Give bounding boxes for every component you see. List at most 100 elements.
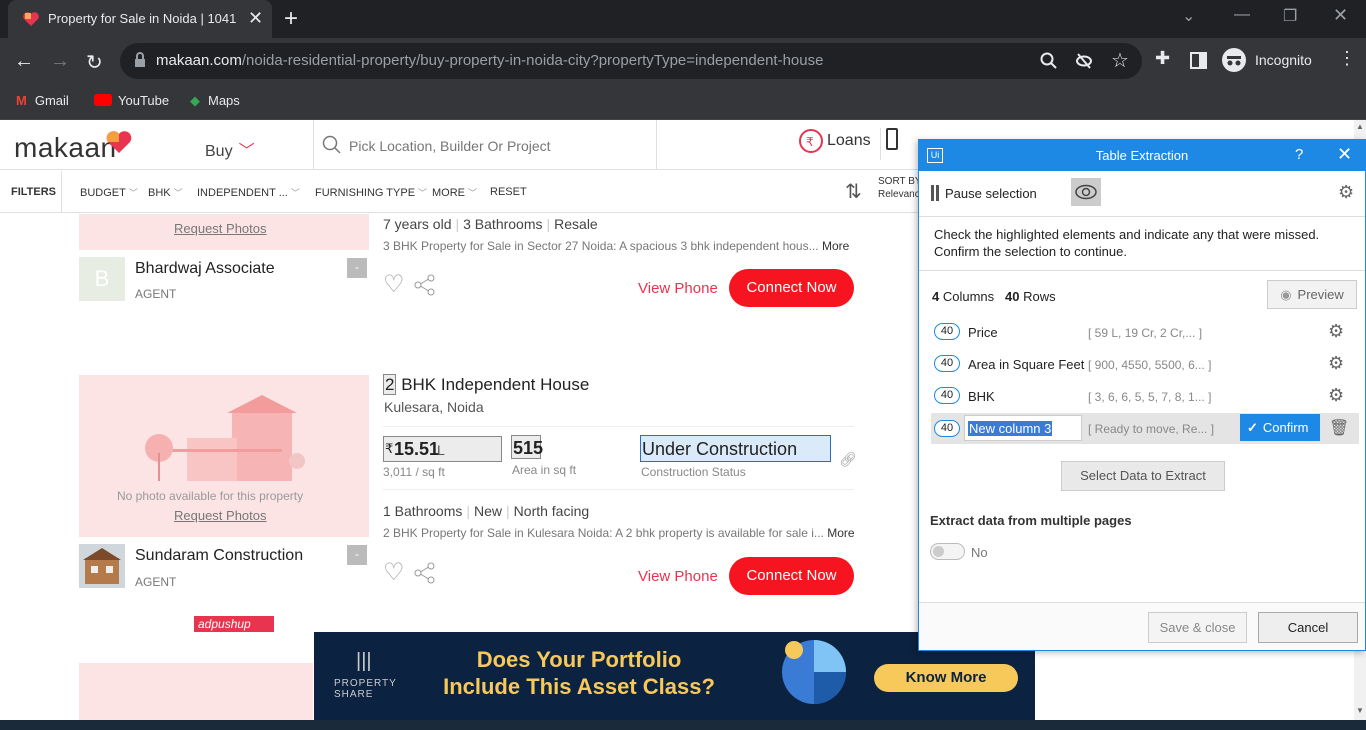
listing-photo-placeholder[interactable]: No photo available for this property Req…	[79, 375, 369, 537]
area-label: Area in sq ft	[512, 463, 577, 477]
filters-button[interactable]: FILTERS	[0, 171, 62, 213]
column-settings-icon[interactable]: ⚙	[1328, 353, 1344, 374]
location-search[interactable]: Pick Location, Builder Or Project	[313, 120, 657, 170]
minimize-icon[interactable]: —	[1234, 6, 1250, 24]
incognito-label: Incognito	[1255, 52, 1312, 68]
property-share-logo-icon: |||	[356, 650, 372, 672]
preview-button[interactable]: ◉ Preview	[1267, 280, 1357, 309]
filter-bhk[interactable]: BHK ﹀	[148, 186, 183, 199]
settings-gear-icon[interactable]: ⚙	[1338, 182, 1354, 203]
zoom-search-icon[interactable]	[1040, 52, 1058, 70]
scroll-down-icon[interactable]: ▼	[1356, 706, 1364, 715]
url-text: makaan.com/noida-residential-property/bu…	[156, 52, 824, 69]
sort-icon[interactable]: ⇅	[845, 179, 862, 204]
share-icon[interactable]	[414, 562, 436, 584]
filter-reset[interactable]: RESET	[490, 186, 527, 198]
window-close-icon[interactable]: ✕	[1333, 5, 1348, 26]
address-bar[interactable]: makaan.com/noida-residential-property/bu…	[120, 43, 1142, 79]
extensions-icon[interactable]: ✚	[1155, 48, 1170, 69]
builder-house-image-icon	[79, 544, 125, 588]
listing-meta: 1 Bathrooms | New | North facing	[383, 503, 590, 519]
price-value: ₹ 15.51 L	[383, 436, 502, 462]
download-app-link[interactable]	[880, 128, 902, 160]
divider	[383, 426, 854, 427]
save-close-button[interactable]: Save & close	[1148, 612, 1247, 643]
listing-location[interactable]: Kulesara, Noida	[384, 399, 484, 415]
request-photos-link[interactable]: Request Photos	[174, 221, 267, 236]
agent-role: AGENT	[135, 287, 177, 301]
select-data-button[interactable]: Select Data to Extract	[1061, 461, 1225, 491]
bookmark-youtube[interactable]: YouTube	[94, 93, 169, 108]
search-icon	[322, 135, 341, 154]
filter-more[interactable]: MORE ﹀	[432, 186, 477, 199]
eye-off-icon[interactable]	[1075, 52, 1093, 70]
help-icon[interactable]: ?	[1295, 146, 1303, 163]
filter-property-type[interactable]: INDEPENDENT ... ﹀	[197, 186, 300, 199]
buy-dropdown[interactable]: Buy ﹀	[205, 137, 255, 161]
tab-close-icon[interactable]: ✕	[248, 8, 263, 29]
collapse-icon[interactable]: -	[347, 545, 367, 565]
svg-text:₹: ₹	[806, 135, 814, 149]
restore-icon[interactable]: ❐	[1283, 6, 1297, 26]
dialog-close-icon[interactable]: ✕	[1337, 144, 1352, 165]
scroll-up-icon[interactable]: ▲	[1356, 122, 1364, 131]
collapse-icon[interactable]: -	[347, 258, 367, 278]
column-row-price[interactable]: 40 Price [ 59 L, 19 Cr, 2 Cr,... ] ⚙	[931, 315, 1359, 347]
agent-name[interactable]: Sundaram Construction	[135, 547, 303, 565]
bookmarks-bar: M Gmail YouTube ◆ Maps	[0, 84, 1366, 120]
heart-icon[interactable]: ♡	[383, 558, 405, 587]
dialog-titlebar[interactable]: Ui Table Extraction ? ✕	[919, 140, 1365, 171]
browser-tab[interactable]: Property for Sale in Noida | 1041 ✕	[8, 0, 272, 38]
forward-icon[interactable]: →	[50, 50, 70, 73]
logo-heart-icon	[106, 131, 132, 153]
request-photos-link[interactable]: Request Photos	[174, 508, 267, 523]
side-panel-icon[interactable]	[1190, 52, 1207, 69]
know-more-button[interactable]: Know More	[874, 664, 1018, 692]
pause-selection-button[interactable]: Pause selection	[929, 184, 1049, 204]
share-icon[interactable]	[414, 274, 436, 296]
view-phone-link[interactable]: View Phone	[638, 280, 718, 297]
listing-photo-placeholder[interactable]	[79, 663, 313, 720]
tab-search-icon[interactable]: ⌄	[1182, 6, 1195, 26]
confirm-button[interactable]: ✓ Confirm	[1240, 414, 1320, 441]
listing-description: 2 BHK Property for Sale in Kulesara Noid…	[383, 526, 855, 540]
listing-meta: 7 years old | 3 Bathrooms | Resale	[383, 216, 598, 232]
column-row-area[interactable]: 40 Area in Square Feet [ 900, 4550, 5500…	[931, 347, 1359, 379]
menu-dots-icon[interactable]: ⋮	[1338, 48, 1356, 69]
cancel-button[interactable]: Cancel	[1258, 612, 1358, 643]
back-icon[interactable]: ←	[14, 50, 34, 73]
more-link[interactable]: More	[822, 239, 849, 253]
column-settings-icon[interactable]: ⚙	[1328, 385, 1344, 406]
column-row-bhk[interactable]: 40 BHK [ 3, 6, 6, 5, 5, 7, 8, 1... ] ⚙	[931, 379, 1359, 411]
ad-pie-graphic-icon	[782, 640, 846, 704]
column-row-new[interactable]: 40 New column 3 [ Ready to move, Re... ]…	[931, 413, 1359, 444]
reload-icon[interactable]: ↻	[86, 50, 103, 75]
column-settings-icon[interactable]: ⚙	[1328, 321, 1344, 342]
heart-icon[interactable]: ♡	[383, 270, 405, 299]
bookmark-gmail[interactable]: M Gmail	[16, 93, 69, 108]
view-phone-link[interactable]: View Phone	[638, 568, 718, 585]
agent-name[interactable]: Bhardwaj Associate	[135, 260, 275, 278]
connect-now-button[interactable]: Connect Now	[729, 557, 854, 595]
bookmark-maps[interactable]: ◆ Maps	[190, 93, 240, 109]
sort-dropdown[interactable]: SORT BY Relevanc	[878, 175, 922, 201]
price-per-sqft: 3,011 / sq ft	[383, 465, 445, 479]
more-link[interactable]: More	[827, 526, 854, 540]
filter-budget[interactable]: BUDGET ﹀	[80, 186, 138, 199]
connect-now-button[interactable]: Connect Now	[729, 269, 854, 307]
multi-pages-toggle[interactable]	[930, 543, 965, 560]
column-name-input[interactable]: New column 3	[964, 415, 1082, 441]
link-icon[interactable]: 🔗︎	[839, 451, 857, 468]
eye-icon	[1075, 184, 1097, 200]
delete-trash-icon[interactable]: 🗑︎	[1329, 418, 1349, 438]
highlight-toggle-button[interactable]	[1071, 178, 1101, 206]
ad-headline: Does Your Portfolio Include This Asset Cl…	[443, 647, 715, 699]
toggle-value: No	[971, 545, 988, 560]
gmail-icon: M	[16, 93, 27, 108]
adpushup-label[interactable]: adpushup	[194, 616, 274, 632]
makaan-logo[interactable]: makaan	[14, 131, 132, 164]
listing-title[interactable]: 2 BHK Independent House	[383, 374, 589, 395]
filter-furnishing[interactable]: FURNISHING TYPE ﹀	[315, 186, 427, 199]
new-tab-icon[interactable]: +	[284, 5, 298, 33]
bookmark-star-icon[interactable]: ☆	[1111, 48, 1129, 73]
